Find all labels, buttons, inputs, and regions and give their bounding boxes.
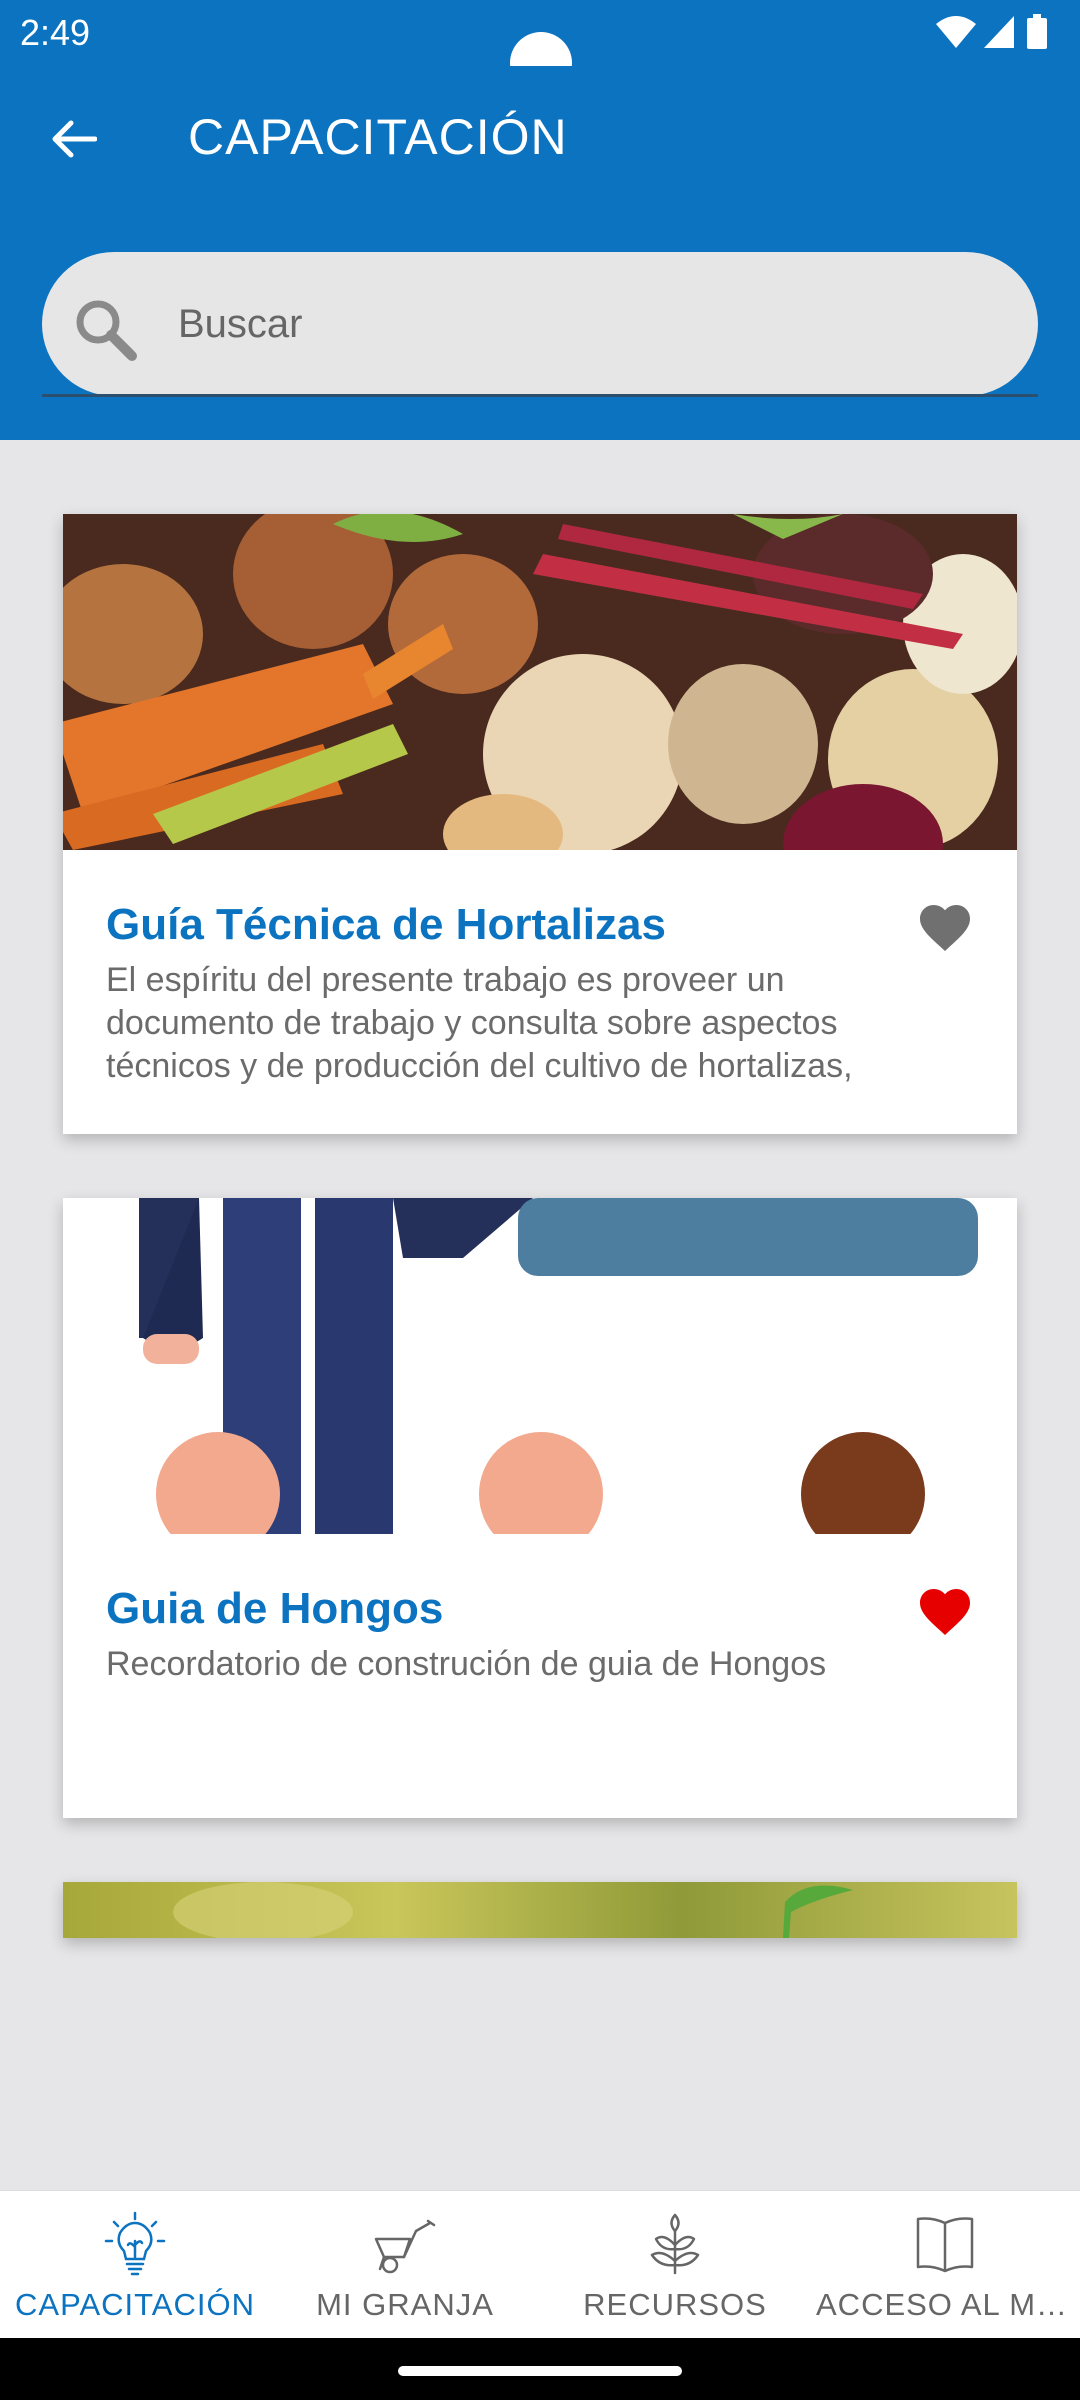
training-card[interactable] — [63, 1882, 1017, 1938]
lightbulb-icon — [104, 2211, 166, 2276]
vegetables-photo — [63, 514, 1017, 850]
app-bar: CAPACITACIÓN — [0, 66, 1080, 276]
card-description: El espíritu del presente trabajo es prov… — [106, 961, 853, 1085]
bottom-navigation: CAPACITACIÓN MI GRANJA RECURSOS ACCESO A… — [0, 2190, 1080, 2338]
search-input[interactable] — [178, 280, 998, 368]
plant-sprout-photo — [63, 1882, 1017, 1938]
training-card[interactable]: Guía Técnica de Hortalizas El espíritu d… — [63, 514, 1017, 1134]
back-button[interactable] — [38, 104, 108, 174]
search-underline — [42, 394, 1038, 397]
page-title: CAPACITACIÓN — [188, 109, 568, 165]
status-bar: 2:49 — [0, 0, 1080, 94]
arrow-left-icon — [52, 120, 97, 158]
card-description: Recordatorio de construción de guia de H… — [106, 1645, 827, 1683]
nav-label: CAPACITACIÓN — [15, 2287, 255, 2322]
wifi-icon — [936, 16, 976, 48]
nav-item-capacitacion[interactable]: CAPACITACIÓN — [0, 2191, 270, 2339]
card-title: Guía Técnica de Hortalizas — [106, 900, 666, 949]
training-card[interactable]: Guia de Hongos Recordatorio de construci… — [63, 1198, 1017, 1818]
search-icon — [76, 300, 137, 361]
home-gesture-handle[interactable] — [398, 2366, 682, 2376]
people-illustration — [63, 1198, 1017, 1534]
status-icons — [936, 14, 1056, 50]
open-book-icon — [916, 2217, 974, 2273]
cell-signal-icon — [984, 16, 1014, 48]
favorite-button[interactable] — [915, 898, 975, 954]
nav-label: MI GRANJA — [316, 2287, 494, 2322]
gesture-bar — [0, 2338, 1080, 2400]
status-time: 2:49 — [20, 12, 91, 53]
plant-icon — [650, 2213, 700, 2275]
heart-icon — [920, 1589, 970, 1635]
card-title: Guia de Hongos — [106, 1584, 444, 1633]
heart-icon — [920, 905, 970, 951]
search-box[interactable] — [42, 252, 1038, 396]
battery-icon — [1027, 14, 1047, 49]
nav-item-acceso[interactable]: ACCESO AL ME... — [810, 2191, 1080, 2339]
nav-item-mi-granja[interactable]: MI GRANJA — [270, 2191, 540, 2339]
favorite-button[interactable] — [915, 1582, 975, 1638]
nav-label: RECURSOS — [583, 2287, 767, 2322]
wheelbarrow-icon — [374, 2219, 436, 2274]
search-band — [0, 210, 1080, 440]
nav-item-recursos[interactable]: RECURSOS — [540, 2191, 810, 2339]
nav-label: ACCESO AL ME... — [816, 2287, 1080, 2322]
